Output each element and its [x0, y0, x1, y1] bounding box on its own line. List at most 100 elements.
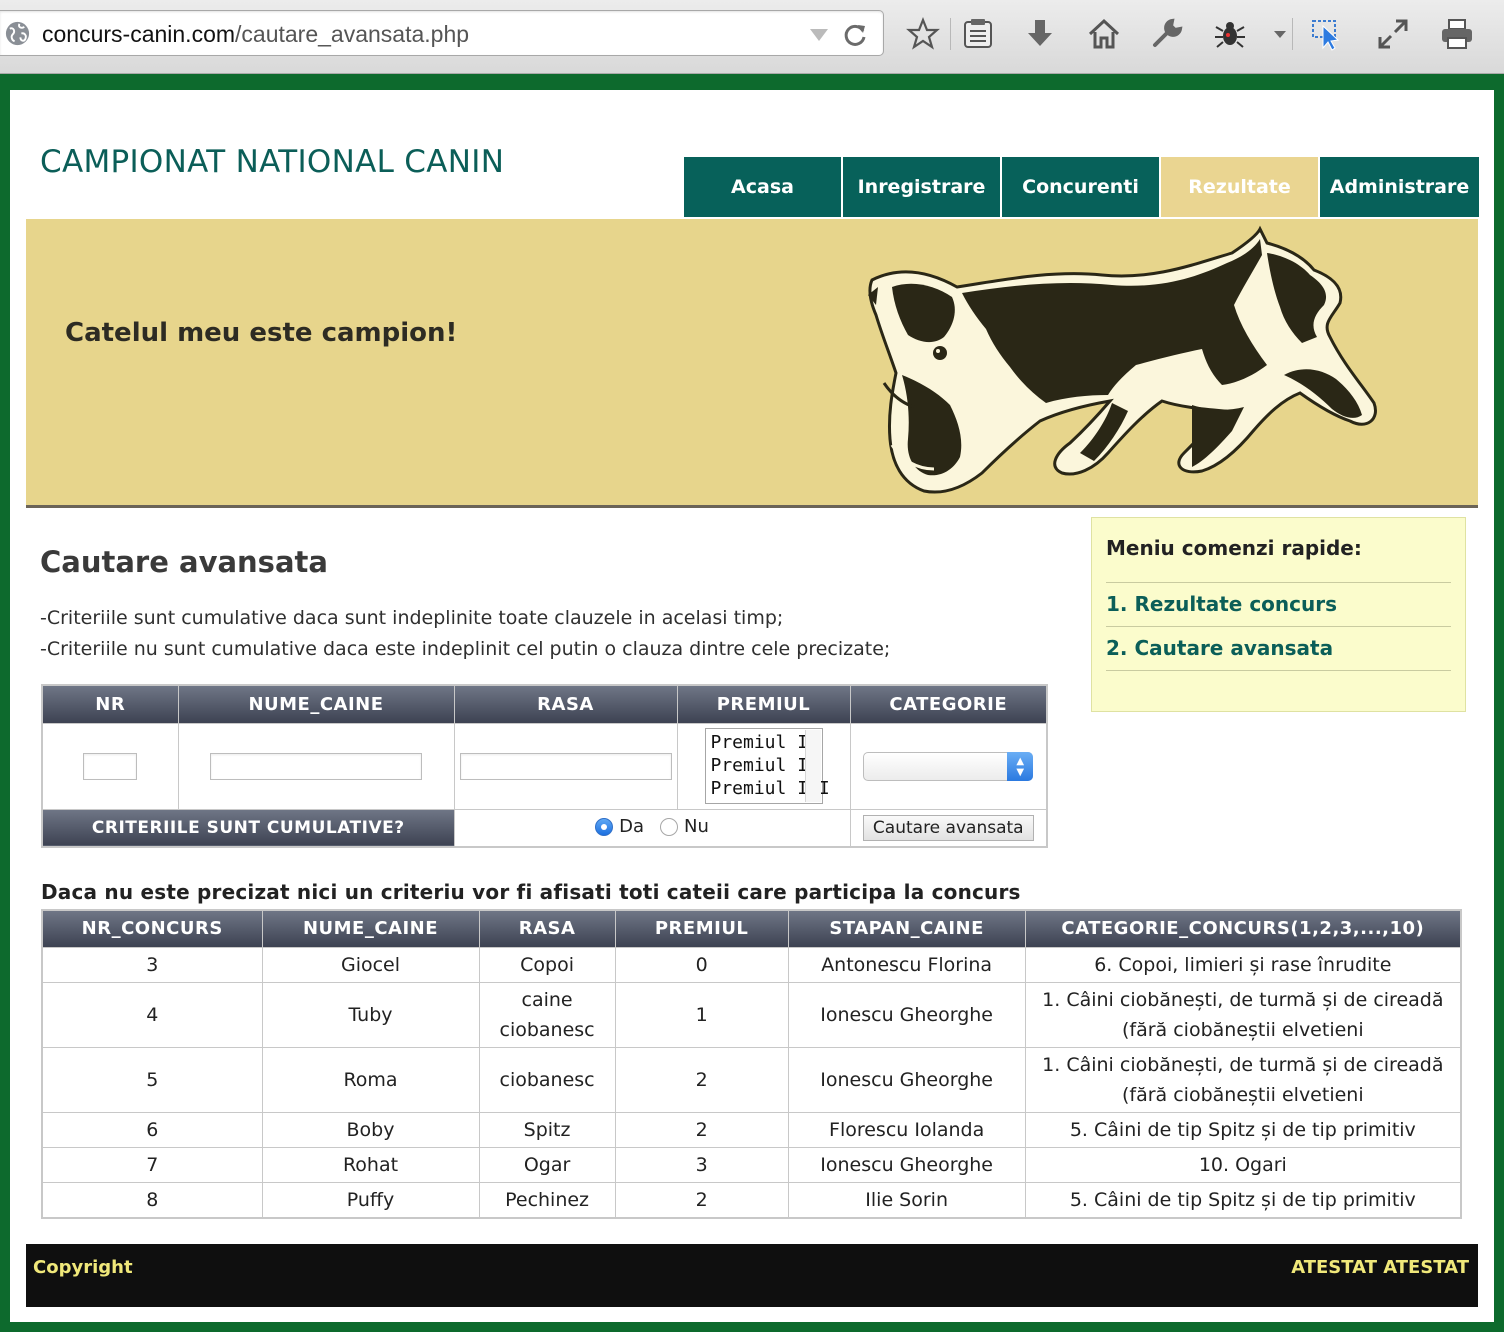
results-table: NR_CONCURS NUME_CAINE RASA PREMIUL STAPA…	[41, 909, 1462, 1219]
note-not-cumulative: -Criteriile nu sunt cumulative daca este…	[40, 638, 891, 660]
chevron-down-icon[interactable]	[1263, 17, 1286, 51]
cell-stapan: Florescu Iolanda	[787, 1111, 1026, 1148]
cell-premiul: 1	[614, 981, 789, 1048]
url-path: /cautare_avansata.php	[235, 21, 470, 47]
reload-icon[interactable]	[842, 22, 868, 48]
cell-nr: 5	[41, 1046, 263, 1113]
page-footer: Copyright ATESTAT ATESTAT	[26, 1244, 1478, 1307]
cell-stapan: Ionescu Gheorghe	[787, 981, 1026, 1048]
dog-illustration	[868, 225, 1377, 494]
search-header-rasa: RASA	[453, 684, 678, 724]
home-icon[interactable]	[1087, 17, 1121, 51]
cell-premiul: 2	[614, 1046, 789, 1113]
premiul-option[interactable]: Premiul I	[711, 731, 817, 754]
search-header-categorie: CATEGORIE	[849, 684, 1048, 724]
quick-menu-sidebar: Meniu comenzi rapide: 1. Rezultate concu…	[1091, 517, 1466, 712]
address-bar[interactable]: concurs-canin.com/cautare_avansata.php	[0, 10, 884, 56]
footer-credit: ATESTAT ATESTAT	[1291, 1257, 1469, 1278]
table-row: 3 Giocel Copoi 0 Antonescu Florina 6. Co…	[41, 946, 1462, 983]
results-header: STAPAN_CAINE	[787, 909, 1026, 948]
cell-stapan: Ionescu Gheorghe	[787, 1046, 1026, 1113]
cell-nume: Giocel	[261, 946, 480, 983]
sidebar-link-rezultate[interactable]: 1. Rezultate concurs	[1106, 583, 1451, 627]
cell-rasa: Ogar	[478, 1146, 616, 1183]
categorie-select[interactable]: ▲ ▼	[863, 751, 1034, 781]
cell-nr: 8	[41, 1181, 263, 1218]
cell-rasa: Spitz	[478, 1111, 616, 1148]
premiul-listbox[interactable]: Premiul I Premiul II Premiul III	[704, 728, 830, 804]
print-icon[interactable]	[1440, 17, 1474, 51]
rasa-input[interactable]	[459, 752, 672, 780]
cell-nr: 4	[41, 981, 263, 1048]
results-header: NR_CONCURS	[41, 909, 263, 948]
chevron-up-down-icon: ▲ ▼	[1007, 751, 1034, 781]
cell-nr: 3	[41, 946, 263, 983]
search-header-premiul: PREMIUL	[676, 684, 851, 724]
browser-toolbar: concurs-canin.com/cautare_avansata.php	[0, 0, 1504, 74]
nr-input[interactable]	[83, 752, 138, 780]
cell-premiul: 2	[614, 1181, 789, 1218]
table-row: 4 Tuby caine ciobanesc 1 Ionescu Gheorgh…	[41, 981, 1462, 1048]
sidebar-title: Meniu comenzi rapide:	[1106, 536, 1451, 583]
radio-nu-label[interactable]: Nu	[684, 816, 709, 837]
radio-group: Da Nu	[595, 816, 709, 837]
table-row: 7 Rohat Ogar 3 Ionescu Gheorghe 10. Ogar…	[41, 1146, 1462, 1183]
nav-item-rezultate[interactable]: Rezultate	[1161, 157, 1320, 217]
pointer-icon[interactable]	[1311, 17, 1345, 51]
cell-nume: Puffy	[261, 1181, 480, 1218]
wrench-icon[interactable]	[1150, 17, 1184, 51]
radio-da[interactable]	[595, 817, 614, 836]
note-cumulative: -Criteriile sunt cumulative daca sunt in…	[40, 607, 784, 629]
search-form-table: NR NUME_CAINE RASA PREMIUL CATEGORIE Pre…	[41, 684, 1048, 848]
cell-stapan: Antonescu Florina	[787, 946, 1026, 983]
listbox-scrollbar[interactable]	[804, 730, 821, 802]
cell-nr: 6	[41, 1111, 263, 1148]
cell-rasa: ciobanesc	[478, 1046, 616, 1113]
download-icon[interactable]	[1023, 17, 1057, 51]
cell-premiul: 0	[614, 946, 789, 983]
results-header: CATEGORIE_CONCURS(1,2,3,...,10)	[1024, 909, 1462, 948]
results-header: PREMIUL	[614, 909, 789, 948]
cell-categorie: 1. Câini ciobănești, de turmă și de cire…	[1024, 1046, 1462, 1113]
nume-caine-input[interactable]	[210, 752, 422, 780]
cell-rasa: caine ciobanesc	[478, 981, 616, 1048]
sidebar-link-cautare[interactable]: 2. Cautare avansata	[1106, 627, 1451, 671]
url-host: concurs-canin.com	[42, 21, 236, 47]
star-icon[interactable]	[906, 17, 940, 51]
table-row: 5 Roma ciobanesc 2 Ionescu Gheorghe 1. C…	[41, 1046, 1462, 1113]
cell-stapan: Ionescu Gheorghe	[787, 1146, 1026, 1183]
cell-categorie: 5. Câini de tip Spitz și de tip primitiv	[1024, 1181, 1462, 1218]
search-header-nr: NR	[41, 684, 179, 724]
results-header: NUME_CAINE	[261, 909, 480, 948]
cell-premiul: 3	[614, 1146, 789, 1183]
globe-icon	[5, 21, 30, 46]
cell-premiul: 2	[614, 1111, 789, 1148]
footer-copyright: Copyright	[33, 1257, 133, 1278]
dropdown-arrow-icon[interactable]	[810, 29, 828, 41]
nav-item-inregistrare[interactable]: Inregistrare	[843, 157, 1002, 217]
cell-categorie: 10. Ogari	[1024, 1146, 1462, 1183]
cell-nume: Boby	[261, 1111, 480, 1148]
premiul-option[interactable]: Premiul II	[711, 754, 819, 777]
main-nav: Acasa Inregistrare Concurenti Rezultate …	[684, 157, 1479, 217]
premiul-option[interactable]: Premiul III	[711, 777, 830, 800]
fullscreen-icon[interactable]	[1376, 17, 1410, 51]
bookmarks-list-icon[interactable]	[961, 17, 995, 51]
cell-stapan: Ilie Sorin	[787, 1181, 1026, 1218]
results-caption: Daca nu este precizat nici un criteriu v…	[41, 880, 1021, 904]
bug-icon[interactable]	[1213, 17, 1247, 51]
url-text[interactable]: concurs-canin.com/cautare_avansata.php	[42, 21, 469, 48]
cell-nr: 7	[41, 1146, 263, 1183]
radio-da-label[interactable]: Da	[619, 816, 644, 837]
cell-categorie: 5. Câini de tip Spitz și de tip primitiv	[1024, 1111, 1462, 1148]
page-title: Cautare avansata	[40, 545, 328, 579]
radio-nu[interactable]	[660, 817, 678, 836]
nav-item-administrare[interactable]: Administrare	[1320, 157, 1479, 217]
site-title: CAMPIONAT NATIONAL CANIN	[40, 144, 505, 180]
advanced-search-button[interactable]: Cautare avansata	[862, 814, 1034, 841]
nav-item-acasa[interactable]: Acasa	[684, 157, 843, 217]
criteria-label: CRITERIILE SUNT CUMULATIVE?	[41, 808, 455, 848]
cell-categorie: 6. Copoi, limieri și rase înrudite	[1024, 946, 1462, 983]
cell-nume: Tuby	[261, 981, 480, 1048]
nav-item-concurenti[interactable]: Concurenti	[1002, 157, 1161, 217]
